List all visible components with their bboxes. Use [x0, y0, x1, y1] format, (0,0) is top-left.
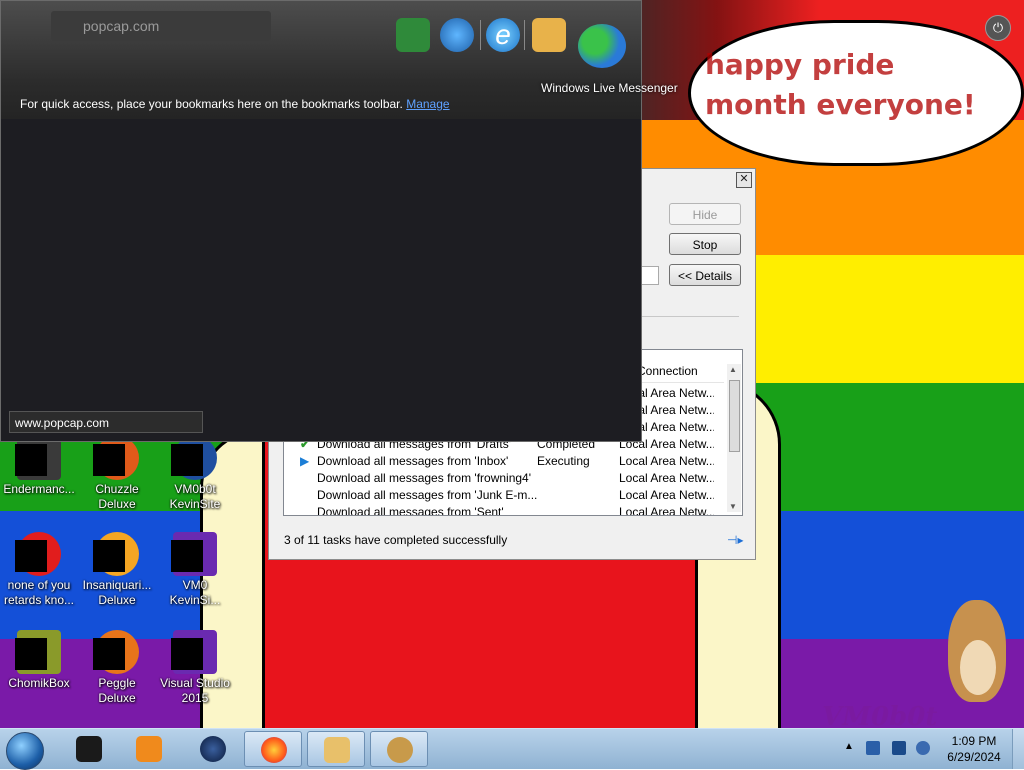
dock-separator — [480, 20, 481, 50]
internet-explorer-icon[interactable]: e — [486, 18, 520, 52]
redaction-box — [15, 638, 47, 670]
redaction-box — [15, 540, 47, 572]
redaction-box — [171, 444, 203, 476]
firefox-icon — [261, 737, 287, 763]
scroll-up-icon[interactable]: ▲ — [729, 365, 737, 374]
desktop-icon-label: Visual Studio 2015 — [160, 676, 230, 705]
network-tray-icon[interactable] — [866, 741, 880, 755]
task-name: Download all messages from 'frowning4' — [317, 471, 532, 485]
desktop-icon-vm0-kevinsite[interactable]: VM0 KevinSi... — [156, 532, 234, 608]
desktop-icon-none-of-you[interactable]: none of you retards kno... — [0, 532, 78, 608]
redaction-box — [171, 638, 203, 670]
desktop-icon-label: none of you retards kno... — [3, 578, 75, 607]
taskbar-media-player[interactable] — [120, 731, 178, 767]
task-name: Download all messages from 'Sent' — [317, 505, 504, 516]
mail-icon[interactable] — [532, 18, 566, 52]
clock-date: 6/29/2024 — [947, 750, 1001, 764]
taskbar-globe-app[interactable] — [184, 731, 242, 767]
clock[interactable]: 1:09 PM 6/29/2024 — [938, 733, 1010, 765]
globe-icon — [200, 736, 226, 762]
start-button[interactable] — [6, 732, 44, 770]
column-header-connection[interactable]: Connection — [637, 364, 698, 378]
taskbar-money-bag-app[interactable] — [370, 731, 428, 767]
desktop-icon-vm0b0t-kevinsite[interactable]: VM0b0t KevinSite — [156, 436, 234, 512]
manage-bookmarks-link[interactable]: Manage — [406, 97, 449, 111]
hide-button[interactable]: Hide — [669, 203, 741, 225]
show-desktop-button[interactable] — [1012, 729, 1024, 769]
volume-tray-icon[interactable] — [916, 741, 930, 755]
taskbar-vm-monitor[interactable] — [60, 731, 118, 767]
close-icon[interactable]: ✕ — [736, 172, 752, 188]
speech-bubble-text: happy pride month everyone! — [705, 48, 976, 121]
task-status: Executing — [537, 454, 590, 468]
taskbar-explorer[interactable] — [307, 731, 365, 767]
vertical-scrollbar[interactable]: ▲ ▼ — [727, 364, 741, 512]
task-name: Download all messages from 'Inbox' — [317, 454, 509, 468]
desktop-icon-chomikbox[interactable]: ChomikBox — [0, 630, 78, 691]
desktop-icon-label: VM0b0t KevinSite — [169, 482, 221, 511]
desktop-icon-visual-studio-2015[interactable]: Visual Studio 2015 — [156, 630, 234, 706]
scroll-down-icon[interactable]: ▼ — [729, 502, 737, 511]
task-connection: Local Area Netw... — [619, 488, 714, 502]
browser-window: popcap.com For quick access, place your … — [0, 0, 642, 442]
play-arrow-icon: ▶ — [300, 454, 310, 468]
hamster-belly — [960, 640, 996, 695]
desktop-icon-label: Endermanc... — [3, 482, 75, 496]
progress-bar — [639, 266, 659, 285]
task-connection: Local Area Netw... — [619, 471, 714, 485]
desktop-icon-label: Insaniquari... Deluxe — [82, 578, 152, 607]
power-icon[interactable]: ⏻ — [985, 15, 1011, 41]
details-button[interactable]: << Details — [669, 264, 741, 286]
task-row[interactable]: Download all messages from 'Junk E-m... … — [284, 488, 724, 505]
stop-button[interactable]: Stop — [669, 233, 741, 255]
calculator-icon[interactable] — [396, 18, 430, 52]
task-row[interactable]: Download all messages from 'frowning4' L… — [284, 471, 724, 488]
desktop-icon-endermanc[interactable]: Endermanc... — [0, 436, 78, 497]
money-bag-icon — [387, 737, 413, 763]
taskbar: ▲ 1:09 PM 6/29/2024 — [0, 728, 1024, 770]
task-name: Download all messages from 'Junk E-m... — [317, 488, 538, 502]
pin-icon[interactable]: ⊣▸ — [727, 533, 743, 547]
windows-live-messenger-icon[interactable] — [578, 24, 626, 68]
taskbar-firefox[interactable] — [244, 731, 302, 767]
desktop-icon-chuzzle-deluxe[interactable]: Chuzzle Deluxe — [78, 436, 156, 512]
bookmarks-hint-text: For quick access, place your bookmarks h… — [20, 97, 403, 111]
desktop-icon-label: ChomikBox — [8, 676, 70, 690]
desktop-icon-label: Chuzzle Deluxe — [95, 482, 139, 511]
task-connection: Local Area Netw... — [619, 505, 714, 516]
dock-caption: Windows Live Messenger — [541, 81, 678, 95]
desktop-icon-label: VM0 KevinSi... — [169, 578, 221, 607]
bookmarks-hint: For quick access, place your bookmarks h… — [20, 97, 450, 111]
desktop-icon-peggle-deluxe[interactable]: Peggle Deluxe — [78, 630, 156, 706]
folder-icon — [324, 737, 350, 763]
desktop-icon-label: Peggle Deluxe — [98, 676, 136, 705]
show-hidden-icons-icon[interactable]: ▲ — [844, 741, 854, 752]
monitor-icon — [76, 736, 102, 762]
address-bar[interactable]: popcap.com — [51, 11, 271, 41]
display-tray-icon[interactable] — [892, 741, 906, 755]
task-connection: Local Area Netw... — [619, 454, 714, 468]
redaction-box — [15, 444, 47, 476]
redaction-box — [93, 638, 125, 670]
task-row[interactable]: ▶ Download all messages from 'Inbox' Exe… — [284, 454, 724, 471]
media-player-icon — [136, 736, 162, 762]
redaction-box — [93, 540, 125, 572]
clock-time: 1:09 PM — [951, 734, 997, 748]
network-globe-icon[interactable] — [440, 18, 474, 52]
status-url: www.popcap.com — [9, 411, 203, 433]
dock-separator — [524, 20, 525, 50]
redaction-box — [93, 444, 125, 476]
scroll-thumb[interactable] — [729, 380, 740, 452]
redaction-box — [171, 540, 203, 572]
summary-text: 3 of 11 tasks have completed successfull… — [284, 533, 508, 547]
task-row[interactable]: Download all messages from 'Sent' Local … — [284, 505, 724, 516]
desktop-icon-insaniquarium-deluxe[interactable]: Insaniquari... Deluxe — [78, 532, 156, 608]
